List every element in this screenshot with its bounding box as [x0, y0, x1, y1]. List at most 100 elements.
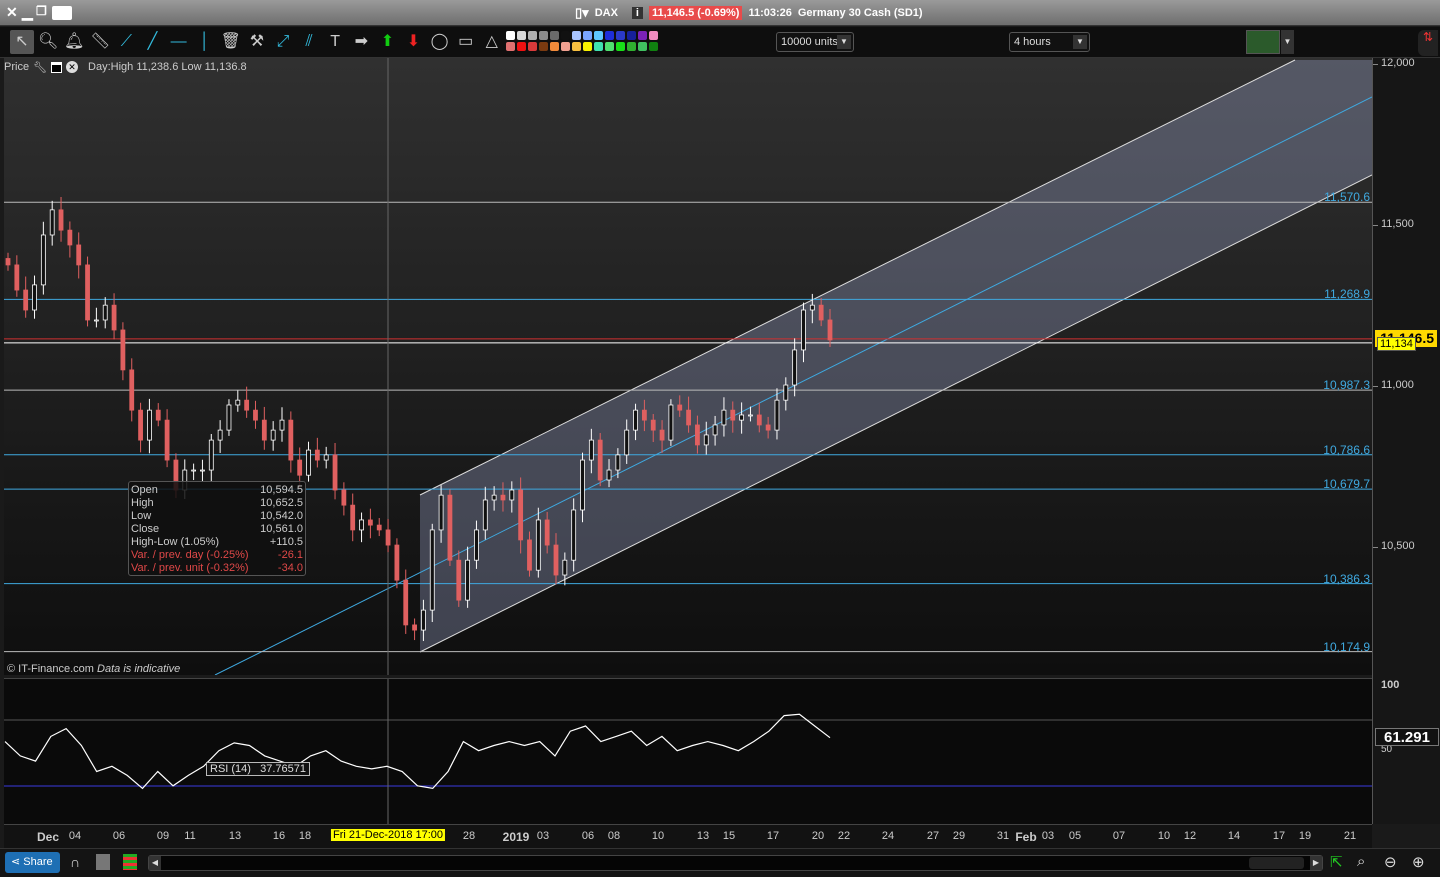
zoom-in-icon[interactable]: ⊕ — [1412, 853, 1425, 871]
keyboard-icon[interactable] — [52, 6, 72, 20]
color-swatch[interactable] — [528, 42, 537, 51]
line-tool-icon[interactable]: ╱ — [141, 30, 165, 54]
trash-tool-icon[interactable]: 🗑︎ — [219, 30, 243, 54]
level-label: 10,786.6 — [1323, 442, 1370, 457]
color-swatch[interactable] — [550, 31, 559, 40]
zoom-out-icon[interactable]: ⊖ — [1384, 853, 1397, 871]
color-swatch[interactable] — [594, 42, 603, 51]
candle-body — [429, 529, 435, 611]
color-swatch[interactable] — [605, 42, 614, 51]
pointer-tool-icon[interactable]: ↖ — [10, 30, 34, 54]
color-swatch[interactable] — [649, 42, 658, 51]
wrench-icon[interactable]: 🔧︎ — [33, 61, 47, 74]
close-window-button[interactable]: ✕ — [6, 4, 18, 21]
price-chart[interactable] — [4, 58, 1372, 675]
color-swatch[interactable] — [506, 31, 515, 40]
time-tick-label: 09 — [156, 830, 170, 842]
color-swatch[interactable] — [594, 31, 603, 40]
candle-body — [695, 424, 700, 446]
chart-info-bar: Price 🔧︎ ✕ Day:High 11,238.6 Low 11,136.… — [4, 59, 247, 75]
color-swatch[interactable] — [539, 31, 548, 40]
time-tick-label: 17 — [766, 830, 780, 842]
text-tool-icon[interactable]: T — [323, 30, 347, 54]
price-tick — [1373, 386, 1378, 387]
color-swatch[interactable] — [517, 31, 526, 40]
indicators-button[interactable] — [1246, 30, 1280, 54]
color-swatch[interactable] — [616, 31, 625, 40]
color-swatch[interactable] — [517, 42, 526, 51]
template-icon[interactable] — [96, 854, 110, 870]
channel-mid-line[interactable] — [214, 96, 1372, 675]
candle-body — [721, 409, 727, 426]
magnet-icon[interactable]: ∩ — [70, 854, 80, 870]
price-axis[interactable]: 12,00011,50011,00010,50011,146.511,13410… — [1372, 57, 1440, 824]
arrow-down-tool-icon[interactable]: ⬇ — [402, 30, 426, 54]
color-swatch[interactable] — [572, 31, 581, 40]
color-swatch[interactable] — [572, 42, 581, 51]
time-axis[interactable]: Dec 04 06 09 11 13 16 18 Fri 21-Dec-2018 17:00 28… — [4, 824, 1372, 848]
horizontal-line-tool-icon[interactable]: — — [167, 30, 191, 54]
minimize-window-button[interactable]: ▁ — [22, 4, 33, 21]
color-swatch[interactable] — [627, 31, 636, 40]
trade-panel-toggle[interactable]: ⇅ — [1418, 30, 1438, 56]
color-swatch[interactable] — [616, 42, 625, 51]
color-swatch[interactable] — [605, 31, 614, 40]
color-swatch[interactable] — [649, 31, 658, 40]
zoom-tool-icon[interactable]: 🔍︎ — [36, 30, 60, 54]
color-swatch[interactable] — [561, 31, 570, 40]
share-button[interactable]: ⋖ Share — [5, 852, 60, 873]
color-swatch[interactable] — [583, 31, 592, 40]
candle-body — [624, 429, 630, 456]
restore-window-button[interactable]: ❐ — [36, 4, 47, 18]
time-scrollbar[interactable]: ◀ ▶ — [148, 855, 1323, 871]
price-badge: 11,146.5 (-0.69%) — [648, 6, 743, 20]
arrow-up-tool-icon[interactable]: ⬆ — [375, 30, 399, 54]
tools-tool-icon[interactable]: ⚒ — [245, 30, 269, 54]
vertical-line-tool-icon[interactable]: │ — [193, 30, 217, 54]
color-swatch[interactable] — [528, 31, 537, 40]
color-swatch[interactable] — [539, 42, 548, 51]
time-tick-label: 07 — [1112, 830, 1126, 842]
candle-body — [421, 609, 426, 631]
candle-body — [809, 304, 815, 311]
timeframe-select[interactable]: 4 hours ▼ — [1009, 32, 1090, 52]
channel-lower-line[interactable] — [419, 174, 1372, 653]
ellipse-tool-icon[interactable]: ◯ — [428, 30, 452, 54]
rsi-panel[interactable]: RSI (14) 37.76571 — [4, 678, 1372, 825]
ruler-tool-icon[interactable]: 📏︎ — [88, 30, 112, 54]
color-swatch[interactable] — [506, 42, 515, 51]
window-icon[interactable] — [51, 61, 63, 73]
ohlc-value: -34.0 — [277, 562, 303, 574]
segment-tool-icon[interactable]: ⟋ — [114, 30, 138, 54]
scroll-right-button[interactable]: ▶ — [1310, 856, 1322, 870]
parallel-channel-tool-icon[interactable]: ⫽ — [297, 30, 321, 54]
ohlc-value: +110.5 — [269, 536, 303, 548]
indicators-dropdown[interactable]: ▼ — [1281, 30, 1294, 54]
color-swatch[interactable] — [561, 42, 570, 51]
autoscale-icon[interactable]: ⇱ — [1330, 853, 1343, 871]
color-swatch[interactable] — [550, 42, 559, 51]
candle-body — [491, 494, 497, 501]
candle-body — [111, 304, 117, 331]
alert-tool-icon[interactable]: 🔔︎ — [62, 30, 86, 54]
instrument-name[interactable]: DAX — [595, 7, 618, 19]
zoom-fit-icon[interactable]: ⌕ — [1357, 853, 1365, 870]
candlestick-type-icon[interactable]: ▯▾ — [575, 5, 589, 21]
trend-points-tool-icon[interactable]: ⤢ — [271, 30, 295, 54]
depth-icon[interactable] — [123, 854, 137, 870]
color-swatch[interactable] — [627, 42, 636, 51]
time-tick-label: 13 — [228, 830, 242, 842]
arrow-right-tool-icon[interactable]: ➡ — [349, 30, 373, 54]
scroll-left-button[interactable]: ◀ — [149, 856, 161, 870]
info-icon[interactable]: i — [631, 7, 643, 19]
units-select[interactable]: 10000 units ▼ — [776, 32, 854, 52]
scroll-thumb[interactable] — [1249, 857, 1304, 869]
close-icon[interactable]: ✕ — [66, 61, 79, 73]
rectangle-tool-icon[interactable]: ▭ — [454, 30, 478, 54]
color-swatch[interactable] — [638, 42, 647, 51]
color-swatch[interactable] — [583, 42, 592, 51]
triangle-tool-icon[interactable]: △ — [480, 30, 504, 54]
bottom-bar: ⋖ Share ∩ ◀ ▶ ⇱ ⌕ ⊖ ⊕ — [0, 848, 1440, 877]
timeframe-value: 4 hours — [1014, 36, 1051, 48]
color-swatch[interactable] — [638, 31, 647, 40]
